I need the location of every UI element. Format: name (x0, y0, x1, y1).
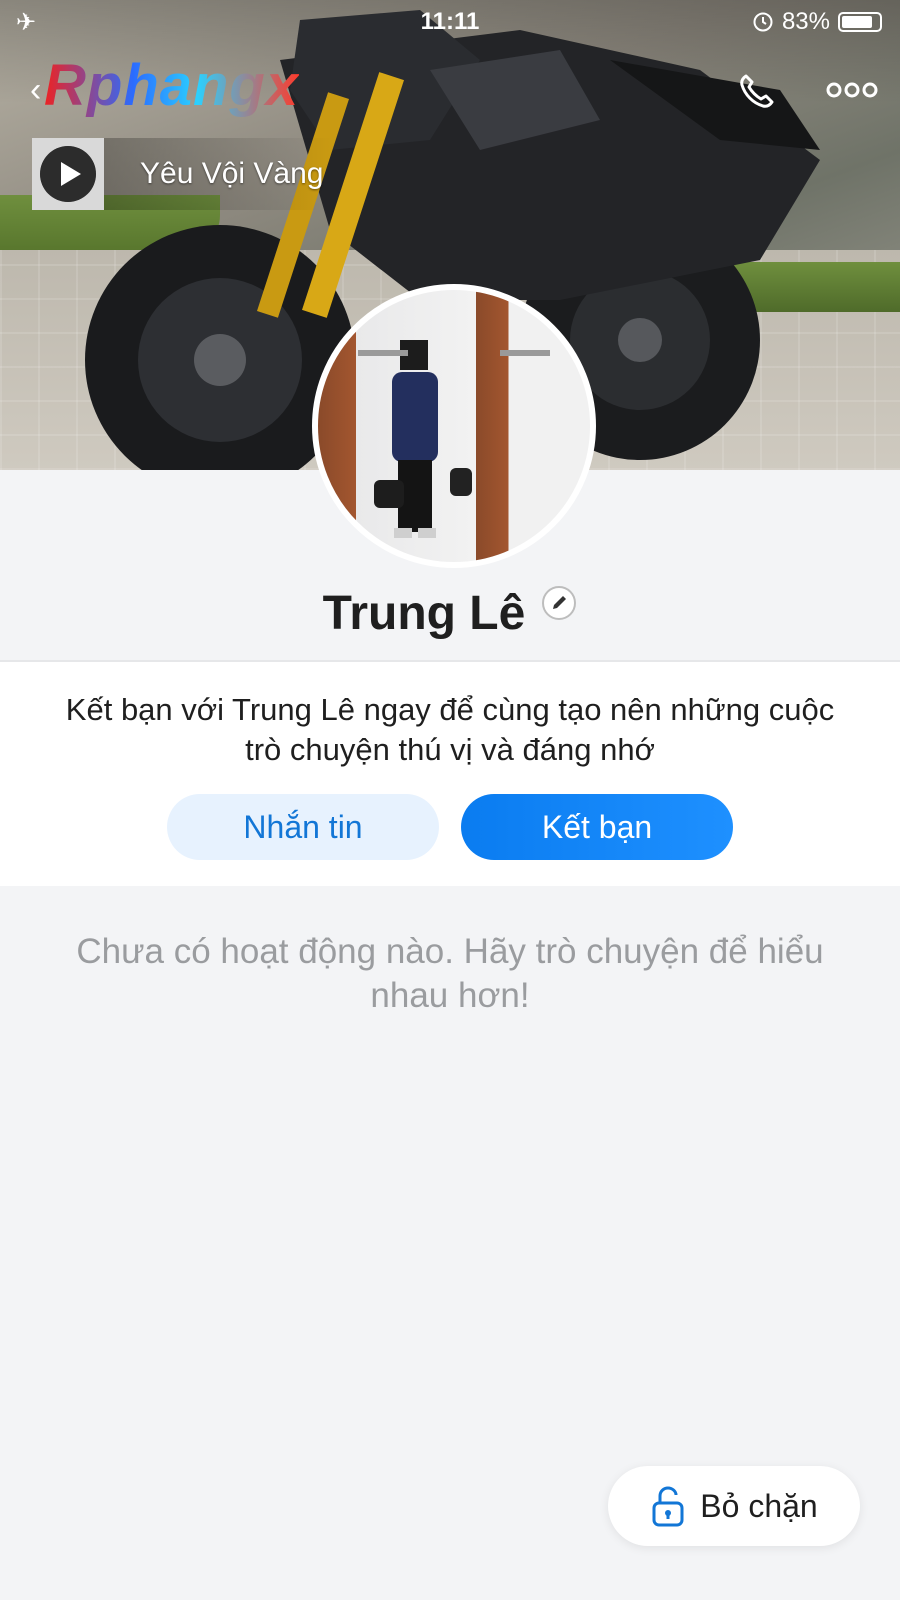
alarm-icon (753, 12, 773, 32)
play-icon[interactable] (40, 146, 96, 202)
music-thumbnail[interactable] (32, 138, 104, 210)
invite-text: Kết bạn với Trung Lê ngay để cùng tạo nê… (65, 692, 835, 767)
music-title: Yêu Vội Vàng (140, 157, 324, 190)
friend-suggestion-card: Kết bạn với Trung Lê ngay để cùng tạo nê… (0, 662, 900, 886)
unblock-button[interactable]: Bỏ chặn (608, 1466, 860, 1546)
battery-icon (838, 12, 882, 32)
add-friend-button[interactable]: Kết bạn (461, 794, 733, 860)
profile-name: Trung Lê (322, 586, 526, 640)
status-right: 83% (752, 8, 882, 36)
logo-watermark: Rphangx (44, 53, 300, 118)
empty-activity-text: Chưa có hoạt động nào. Hãy trò chuyện để… (76, 932, 824, 1015)
unlock-icon (652, 1486, 684, 1527)
phone-icon[interactable] (734, 70, 778, 114)
battery-fill (842, 16, 872, 28)
avatar-photo (358, 340, 550, 538)
unblock-label: Bỏ chặn (700, 1487, 818, 1524)
edit-icon[interactable] (541, 585, 577, 621)
avatar[interactable] (312, 284, 596, 568)
more-icon[interactable] (826, 78, 878, 102)
profile-music[interactable]: Yêu Vội Vàng (32, 138, 332, 210)
status-bar: ✈ 11:11 83% (0, 0, 900, 44)
message-button[interactable]: Nhắn tin (167, 794, 439, 860)
battery-percent: 83% (781, 8, 830, 35)
profile-name-row: Trung Lê (0, 578, 900, 648)
